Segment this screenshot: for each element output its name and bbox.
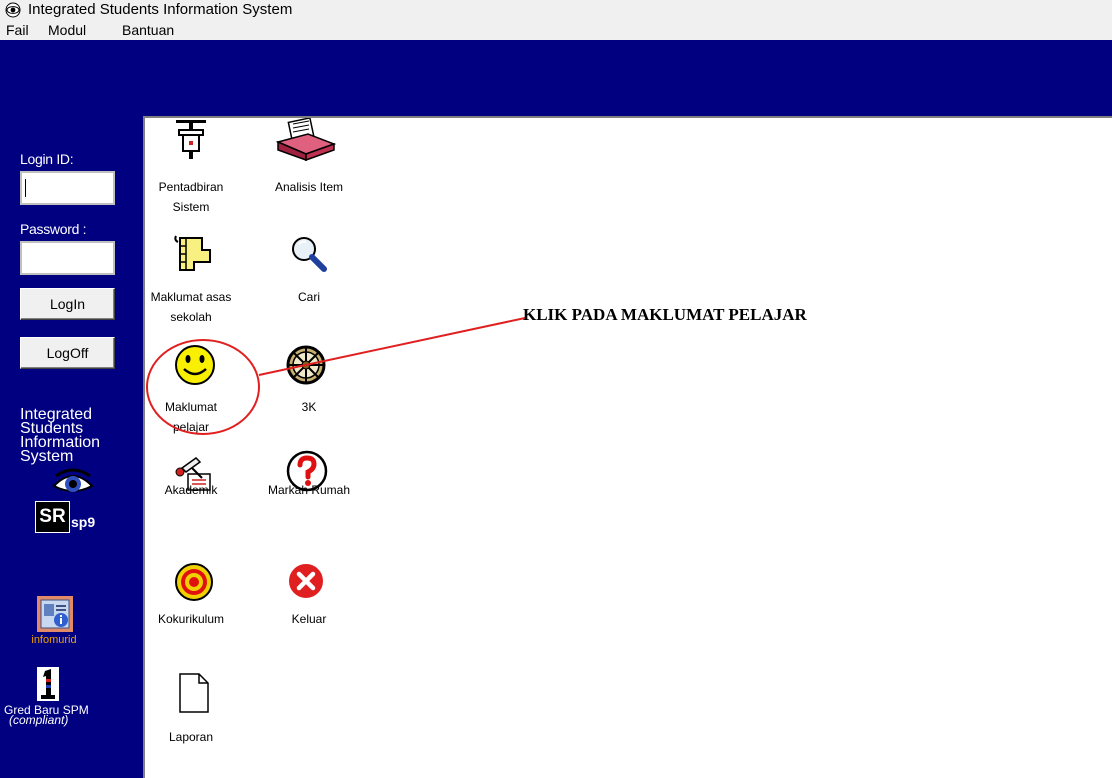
menu-module[interactable]: Modul — [48, 20, 86, 40]
logoff-button[interactable]: LogOff — [20, 337, 115, 369]
document-icon[interactable] — [178, 672, 210, 714]
annotation-arrow-line — [258, 317, 526, 376]
brand-text: Integrated Students Information System — [20, 407, 140, 465]
target-icon[interactable] — [174, 562, 214, 602]
admin-icon[interactable] — [173, 118, 209, 162]
annotation-text: KLIK PADA MAKLUMAT PELAJAR — [523, 305, 807, 324]
gred-spm-sublabel[interactable]: (compliant) — [9, 714, 68, 726]
gred-spm-icon[interactable] — [37, 667, 59, 701]
module-label-line1[interactable]: Pentadbiran — [145, 177, 237, 197]
password-label: Password : — [20, 221, 87, 237]
module-label-line1[interactable]: Markah Rumah — [263, 480, 355, 500]
module-label-line1[interactable]: Kokurikulum — [145, 609, 237, 629]
sidebar: Login ID: Password : LogIn LogOff Integr… — [0, 116, 143, 778]
infomurid-icon[interactable] — [37, 596, 73, 632]
menu-file[interactable]: Fail — [6, 20, 29, 40]
password-input[interactable] — [20, 241, 115, 275]
login-id-label: Login ID: — [20, 151, 74, 167]
search-icon[interactable] — [288, 234, 328, 274]
module-label-line1[interactable]: Akademik — [145, 480, 237, 500]
srsp-logo-text: sp9 — [71, 514, 96, 530]
module-label-line1[interactable]: Analisis Item — [263, 177, 355, 197]
title-bar: Integrated Students Information System — [0, 0, 1112, 21]
module-label-line2[interactable]: Sistem — [145, 197, 237, 217]
annotation-circle — [146, 339, 260, 435]
app-eye-icon — [5, 2, 21, 18]
analysis-icon[interactable] — [272, 118, 336, 162]
login-button[interactable]: LogIn — [20, 288, 115, 320]
menu-bar: Fail Modul Bantuan — [0, 20, 1112, 40]
eye-logo-icon — [52, 468, 94, 492]
srsp-logo-mark: SR — [35, 501, 70, 533]
module-panel — [143, 116, 1112, 778]
module-label-line1[interactable]: Laporan — [145, 727, 237, 747]
school-info-icon[interactable] — [172, 234, 212, 274]
login-id-input[interactable] — [20, 171, 115, 205]
brand-line-4: System — [20, 448, 74, 465]
text-caret — [25, 179, 26, 197]
annotation-overlay — [146, 317, 526, 435]
infomurid-label[interactable]: infomurid — [10, 634, 98, 646]
exit-icon[interactable] — [286, 561, 326, 601]
menu-help[interactable]: Bantuan — [122, 20, 174, 40]
module-label-line1[interactable]: Keluar — [263, 609, 355, 629]
top-banner — [0, 40, 1112, 116]
window-title: Integrated Students Information System — [28, 1, 293, 18]
